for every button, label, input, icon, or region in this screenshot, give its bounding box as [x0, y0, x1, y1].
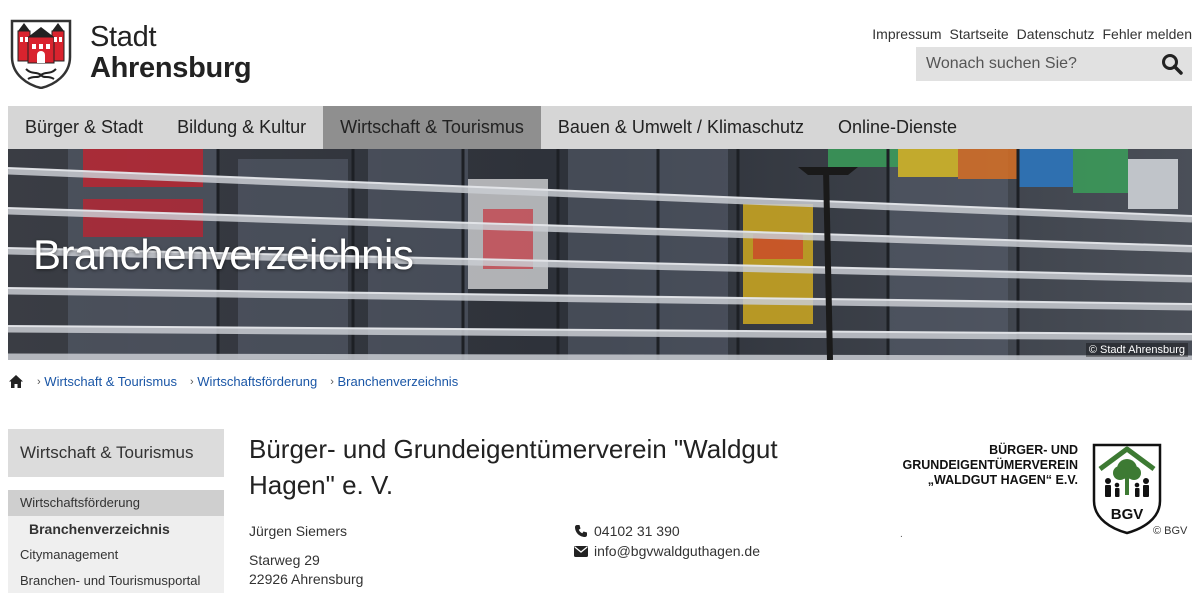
city-coat-of-arms-logo[interactable] — [8, 17, 74, 90]
site-title-line1: Stadt — [90, 21, 157, 53]
search-input[interactable] — [916, 47, 1152, 81]
breadcrumb: › Wirtschaft & Tourismus › Wirtschaftsfö… — [8, 374, 458, 389]
bgv-emblem-text: BGV — [1111, 506, 1144, 523]
email-row[interactable]: info@bgvwaldguthagen.de — [574, 543, 760, 559]
bgv-emblem: BGV — [1092, 443, 1162, 535]
search-button[interactable] — [1152, 47, 1192, 81]
bgv-image-credit: © BGV — [1153, 525, 1188, 537]
chevron-right-icon: › — [189, 375, 194, 388]
search-icon — [1162, 54, 1183, 75]
phone-icon — [575, 525, 587, 537]
email-link[interactable]: info@bgvwaldguthagen.de — [594, 543, 760, 559]
entry-title: Bürger- und Grundeigentümerverein "Waldg… — [249, 434, 778, 500]
breadcrumb-label: Branchenverzeichnis — [337, 374, 459, 389]
meta-links: Impressum Startseite Datenschutz Fehler … — [872, 26, 1192, 42]
bgv-text-line3: „WALDGUT HAGEN“ E.V. — [927, 473, 1078, 487]
datenschutz-link[interactable]: Datenschutz — [1017, 26, 1095, 42]
chevron-right-icon: › — [37, 375, 41, 388]
breadcrumb-item[interactable]: › Wirtschaft & Tourismus — [30, 374, 177, 389]
nav-item-online-dienste[interactable]: Online-Dienste — [821, 106, 974, 149]
breadcrumb-item[interactable]: › Wirtschaftsförderung — [183, 374, 317, 389]
phone-row: 04102 31 390 — [574, 523, 680, 539]
breadcrumb-label: Wirtschaft & Tourismus — [44, 374, 177, 389]
impressum-link[interactable]: Impressum — [872, 26, 941, 42]
bgv-logo-text: BÜRGER- UND GRUNDEIGENTÜMERVEREIN „WALDG… — [898, 443, 1078, 488]
fehler-melden-link[interactable]: Fehler melden — [1103, 26, 1193, 42]
contact-person: Jürgen Siemers — [249, 523, 348, 539]
address-city: 22926 Ahrensburg — [249, 571, 364, 587]
startseite-link[interactable]: Startseite — [950, 26, 1009, 42]
envelope-icon — [574, 545, 588, 557]
nav-item-bauen-umwelt[interactable]: Bauen & Umwelt / Klimaschutz — [541, 106, 821, 149]
sidebar-title[interactable]: Wirtschaft & Tourismus — [8, 429, 224, 477]
hero-title: Branchenverzeichnis — [33, 231, 414, 278]
nav-item-bildung-kultur[interactable]: Bildung & Kultur — [160, 106, 323, 149]
sidebar-item-citymanagement[interactable]: Citymanagement — [8, 542, 224, 568]
sidebar-item-branchenportal[interactable]: Branchen- und Tourismusportal — [8, 568, 224, 593]
chevron-right-icon: › — [330, 375, 334, 388]
site-title[interactable]: Stadt Ahrensburg — [90, 21, 252, 84]
nav-item-buerger-stadt[interactable]: Bürger & Stadt — [8, 106, 160, 149]
search-bar — [916, 47, 1192, 81]
hero-image-credit: © Stadt Ahrensburg — [1085, 343, 1188, 357]
sidebar: Wirtschaft & Tourismus Wirtschaftsförder… — [8, 429, 224, 593]
bgv-text-line2: GRUNDEIGENTÜMERVEREIN — [902, 458, 1078, 472]
nav-item-wirtschaft-tourismus[interactable]: Wirtschaft & Tourismus — [323, 106, 541, 149]
site-title-line2: Ahrensburg — [90, 52, 252, 84]
sidebar-item-wirtschaftsfoerderung[interactable]: Wirtschaftsförderung — [8, 490, 224, 516]
sidebar-item-branchenverzeichnis[interactable]: Branchenverzeichnis — [8, 516, 224, 542]
breadcrumb-label: Wirtschaftsförderung — [197, 374, 318, 389]
address-street: Starweg 29 — [249, 552, 320, 568]
breadcrumb-item[interactable]: › Branchenverzeichnis — [323, 374, 458, 389]
bgv-text-line1: BÜRGER- UND — [989, 443, 1078, 457]
hero-banner: Branchenverzeichnis © Stadt Ahrensburg — [8, 149, 1192, 360]
main-navigation: Bürger & Stadt Bildung & Kultur Wirtscha… — [8, 106, 1192, 149]
address: Starweg 29 22926 Ahrensburg — [249, 551, 363, 589]
bgv-caption: . — [900, 529, 903, 540]
phone-number[interactable]: 04102 31 390 — [594, 523, 680, 539]
home-icon[interactable] — [8, 374, 24, 389]
